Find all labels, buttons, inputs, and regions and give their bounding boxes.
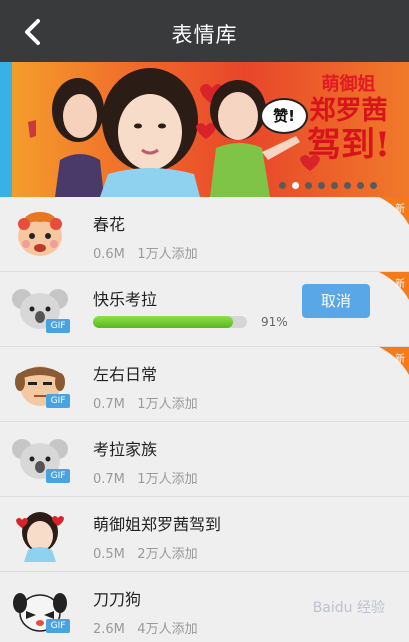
item-added-count: 1万人添加 xyxy=(137,397,198,412)
new-badge-label: 新 xyxy=(395,279,405,290)
banner-page-dot xyxy=(331,182,338,189)
sticker-pack-list: 春花 0.6M 1万人添加 新 GIF 快乐考拉 91% 取消 新 GIF 左右… xyxy=(0,197,409,642)
list-item[interactable]: 萌御姐郑罗茜驾到 0.5M 2万人添加 xyxy=(0,497,409,572)
download-progress-label: 91% xyxy=(261,315,288,329)
item-name: 快乐考拉 xyxy=(93,290,158,309)
item-meta: 0.7M 1万人添加 xyxy=(93,468,198,487)
banner-page-dot xyxy=(292,182,299,189)
banner-page-dot xyxy=(370,182,377,189)
top-bar: 表情库 xyxy=(0,0,409,62)
item-size: 0.5M xyxy=(93,547,125,562)
list-item[interactable]: 春花 0.6M 1万人添加 新 xyxy=(0,197,409,272)
banner-page-dot xyxy=(344,182,351,189)
item-size: 0.7M xyxy=(93,397,125,412)
promo-banner[interactable]: 赞! 萌御姐 郑罗茜 驾到! xyxy=(0,62,409,197)
item-meta: 2.6M 4万人添加 xyxy=(93,618,198,637)
banner-page-dot xyxy=(357,182,364,189)
banner-headline-line2: 郑罗茜 xyxy=(309,96,388,126)
banner-page-dot xyxy=(318,182,325,189)
banner-page-dot xyxy=(279,182,286,189)
item-size: 2.6M xyxy=(93,622,125,637)
new-badge-label: 新 xyxy=(395,204,405,215)
new-badge-label: 新 xyxy=(395,354,405,365)
download-progress-fill xyxy=(93,316,234,328)
item-name: 刀刀狗 xyxy=(93,590,142,609)
download-progress-bar xyxy=(93,316,247,328)
item-name: 萌御姐郑罗茜驾到 xyxy=(93,515,222,534)
item-size: 0.6M xyxy=(93,247,125,262)
item-added-count: 1万人添加 xyxy=(137,472,198,487)
gif-badge: GIF xyxy=(46,469,70,483)
item-name: 春花 xyxy=(93,215,126,234)
item-added-count: 4万人添加 xyxy=(137,622,198,637)
banner-headline: 萌御姐 郑罗茜 驾到! xyxy=(296,74,401,164)
item-name: 考拉家族 xyxy=(93,440,158,459)
page-title: 表情库 xyxy=(171,23,238,47)
zheng-luoqian-avatar-icon xyxy=(16,512,64,562)
watermark: Baidu 经验 xyxy=(312,600,385,616)
gif-badge: GIF xyxy=(46,394,70,408)
cancel-download-button[interactable]: 取消 xyxy=(302,284,370,318)
banner-page-dot xyxy=(305,182,312,189)
item-meta: 0.5M 2万人添加 xyxy=(93,543,198,562)
banner-headline-line1: 萌御姐 xyxy=(321,74,376,95)
gif-badge: GIF xyxy=(46,319,70,333)
item-name: 左右日常 xyxy=(93,365,158,384)
gif-badge: GIF xyxy=(46,619,70,633)
item-size: 0.7M xyxy=(93,472,125,487)
item-meta: 0.6M 1万人添加 xyxy=(93,243,198,262)
item-added-count: 1万人添加 xyxy=(137,247,198,262)
list-item[interactable]: GIF 考拉家族 0.7M 1万人添加 xyxy=(0,422,409,497)
banner-headline-line3: 驾到! xyxy=(307,125,390,165)
chunhua-avatar-icon xyxy=(18,212,62,256)
item-added-count: 2万人添加 xyxy=(137,547,198,562)
item-meta: 0.7M 1万人添加 xyxy=(93,393,198,412)
list-item[interactable]: GIF 快乐考拉 91% 取消 新 xyxy=(0,272,409,347)
list-item[interactable]: GIF 左右日常 0.7M 1万人添加 新 xyxy=(0,347,409,422)
